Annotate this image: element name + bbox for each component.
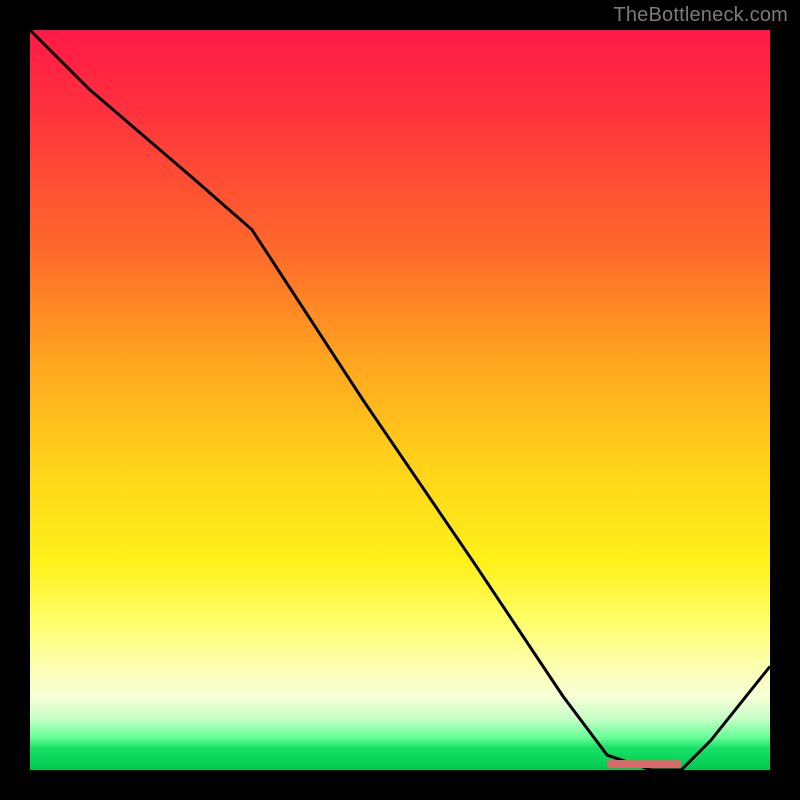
bottleneck-curve bbox=[30, 30, 770, 770]
curve-path bbox=[30, 30, 770, 770]
chart-stage: TheBottleneck.com bbox=[0, 0, 800, 800]
optimal-range-marker bbox=[607, 760, 681, 768]
watermark-text: TheBottleneck.com bbox=[613, 4, 788, 27]
plot-area bbox=[30, 30, 770, 770]
